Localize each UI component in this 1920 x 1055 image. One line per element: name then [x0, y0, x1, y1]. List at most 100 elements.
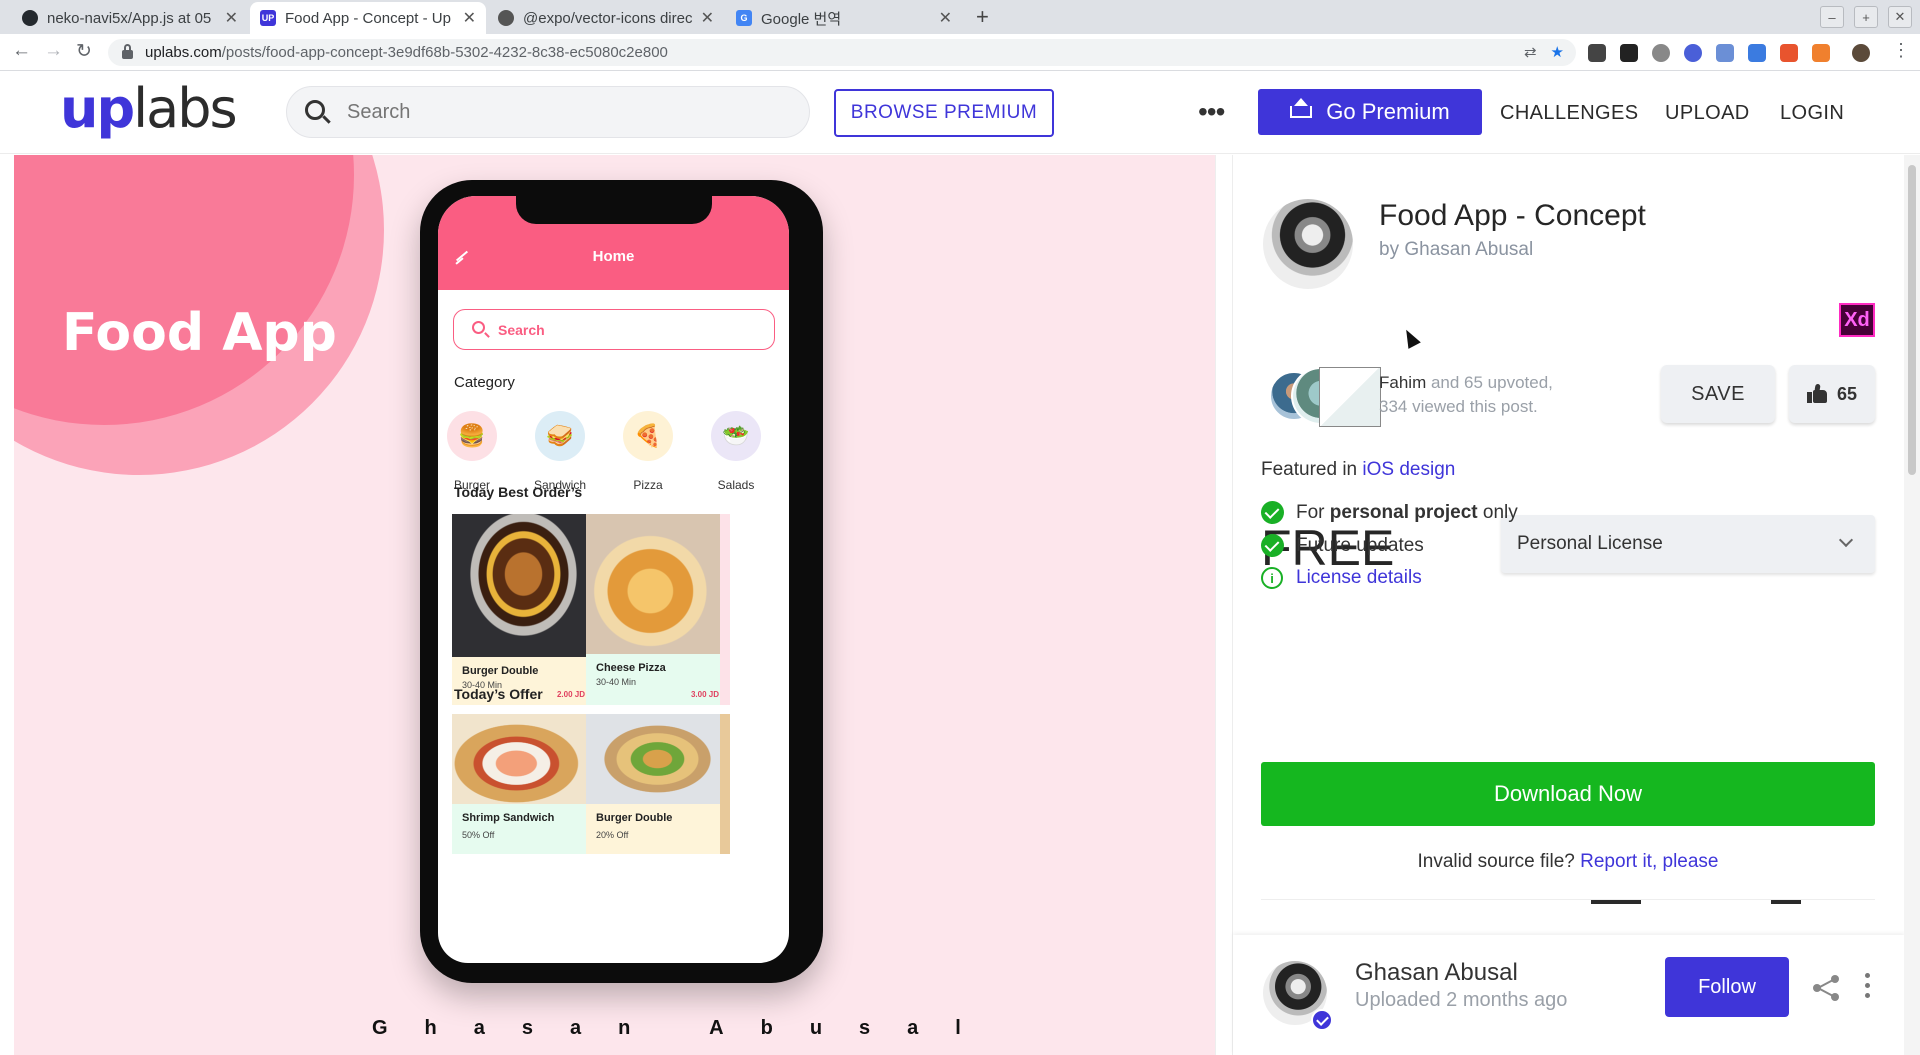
sandwich-photo — [452, 714, 595, 804]
upvote-count-text: and 65 upvoted, — [1426, 373, 1553, 392]
hero-title: Food App — [62, 303, 337, 363]
author-name[interactable]: Ghasan Abusal — [1355, 959, 1518, 987]
avatar — [1319, 367, 1381, 427]
minimize-icon[interactable]: – — [1820, 6, 1844, 28]
food-price: 2.00 JD — [556, 690, 585, 699]
feature-updates: Future updates — [1261, 534, 1424, 557]
category-burger: 🍔 Burger — [438, 411, 512, 492]
extension-icon[interactable] — [1780, 44, 1798, 62]
food-card-peek — [720, 514, 730, 705]
license-selected: Personal License — [1517, 533, 1663, 554]
app-search: Search — [453, 309, 775, 350]
share-icon[interactable] — [1813, 975, 1839, 1001]
featured-prefix: Featured in — [1261, 459, 1363, 480]
more-menu-icon[interactable]: ••• — [1198, 98, 1225, 126]
extension-icon[interactable] — [1812, 44, 1830, 62]
extension-icon[interactable] — [1716, 44, 1734, 62]
offer-card: Shrimp Sandwich 50% Off — [452, 714, 595, 854]
app-search-label: Search — [498, 321, 545, 338]
extension-icon[interactable] — [1620, 44, 1638, 62]
back-icon[interactable]: ← — [12, 40, 31, 62]
address-bar[interactable]: uplabs.com/posts/food-app-concept-3e9df6… — [108, 39, 1576, 66]
forward-icon[interactable]: → — [44, 40, 63, 62]
follow-button[interactable]: Follow — [1665, 957, 1789, 1017]
post-author[interactable]: by Ghasan Abusal — [1379, 239, 1533, 261]
browser-tab[interactable]: G Google 번역 ✕ — [726, 2, 962, 34]
feature-text: For — [1296, 501, 1330, 523]
maximize-icon[interactable]: + — [1854, 6, 1878, 28]
nav-upload[interactable]: UPLOAD — [1665, 102, 1750, 125]
close-tab-icon[interactable]: ✕ — [225, 8, 238, 28]
phone-mockup: Home Search Category 🍔 Burger 🥪 Sandwich… — [420, 180, 823, 983]
new-tab-icon[interactable]: + — [976, 4, 989, 30]
extension-icon[interactable] — [1652, 44, 1670, 62]
github-icon — [22, 10, 38, 26]
logo-up: up — [60, 77, 135, 140]
logo-labs: labs — [133, 77, 238, 140]
reload-icon[interactable]: ↻ — [76, 40, 92, 63]
scrollbar-thumb[interactable] — [1908, 165, 1916, 475]
upvoter-avatars[interactable] — [1269, 367, 1381, 427]
extension-icon[interactable] — [1684, 44, 1702, 62]
offers-title: Today’s Offer — [454, 686, 543, 702]
search-icon — [472, 321, 485, 334]
close-tab-icon[interactable]: ✕ — [701, 8, 714, 28]
save-button[interactable]: SAVE — [1661, 365, 1775, 423]
food-card: Cheese Pizza 30-40 Min 3.00 JD — [586, 514, 729, 705]
feature-personal: For personal project only — [1261, 501, 1518, 524]
go-premium-label: Go Premium — [1326, 99, 1450, 124]
search-input[interactable] — [347, 100, 767, 124]
category-sandwich: 🥪 Sandwich — [520, 411, 600, 492]
food-time: 30-40 Min — [596, 677, 637, 687]
browser-menu-icon[interactable]: ⋮ — [1892, 40, 1910, 61]
browser-toolbar: ← → ↻ uplabs.com/posts/food-app-concept-… — [0, 34, 1920, 71]
app-title: Home — [592, 248, 635, 265]
category-label: Pizza — [633, 478, 663, 492]
invalid-source-note: Invalid source file? Report it, please — [1261, 851, 1875, 873]
author-avatar[interactable] — [1263, 199, 1353, 289]
phone-notch — [516, 196, 712, 224]
close-window-icon[interactable]: ✕ — [1888, 6, 1912, 28]
like-button[interactable]: 65 — [1789, 365, 1875, 423]
sandwich-icon: 🥪 — [535, 411, 585, 461]
license-details-link[interactable]: License details — [1296, 567, 1422, 589]
category-label: Salads — [717, 478, 755, 492]
site-search — [286, 86, 810, 138]
browser-tab-active[interactable]: UP Food App - Concept - Up ✕ — [250, 2, 486, 34]
license-dropdown[interactable]: Personal License — [1501, 515, 1875, 573]
browse-premium-button[interactable]: BROWSE PREMIUM — [834, 89, 1054, 137]
close-tab-icon[interactable]: ✕ — [463, 8, 476, 28]
translate-icon[interactable]: ⇄ — [1524, 43, 1537, 61]
feature-text: Future updates — [1296, 534, 1424, 556]
profile-icon[interactable] — [1852, 44, 1870, 62]
go-premium-button[interactable]: Go Premium — [1258, 89, 1482, 135]
extension-icon[interactable] — [1588, 44, 1606, 62]
food-card: Burger Double 30-40 Min 2.00 JD — [452, 514, 595, 705]
bookmark-star-icon[interactable]: ★ — [1551, 43, 1564, 61]
browser-tab[interactable]: neko-navi5x/App.js at 05 ✕ — [12, 2, 248, 34]
food-price: 3.00 JD — [690, 690, 719, 699]
nav-challenges[interactable]: CHALLENGES — [1500, 102, 1639, 125]
tab-title: Food App - Concept - Up — [285, 9, 451, 27]
extension-icon[interactable] — [1748, 44, 1766, 62]
uplabs-logo[interactable]: up labs — [60, 82, 238, 136]
verified-badge-icon — [1311, 1009, 1333, 1031]
download-now-button[interactable]: Download Now — [1261, 762, 1875, 826]
featured-link[interactable]: iOS design — [1362, 459, 1455, 480]
browser-tab[interactable]: @expo/vector-icons direc ✕ — [488, 2, 724, 34]
post-preview-image[interactable]: Food App Home Search Category 🍔 Burger 🥪… — [14, 155, 1216, 1055]
related-preview-strip — [1261, 899, 1875, 917]
crown-icon — [1290, 98, 1313, 118]
globe-icon — [498, 10, 514, 26]
nav-login[interactable]: LOGIN — [1780, 102, 1844, 125]
close-tab-icon[interactable]: ✕ — [939, 8, 952, 28]
post-sidebar: Food App - Concept by Ghasan Abusal Xd F… — [1232, 155, 1905, 1055]
url-path: /posts/food-app-concept-3e9df68b-5302-42… — [221, 44, 668, 61]
more-options-icon[interactable] — [1865, 973, 1871, 1003]
offer-card-peek — [720, 714, 730, 854]
food-name: Burger Double — [462, 665, 539, 677]
upload-time: Uploaded 2 months ago — [1355, 989, 1568, 1011]
upvoter-name[interactable]: Fahim — [1379, 373, 1426, 392]
page-scrollbar[interactable] — [1904, 155, 1920, 1055]
report-link[interactable]: Report it, please — [1580, 851, 1718, 872]
